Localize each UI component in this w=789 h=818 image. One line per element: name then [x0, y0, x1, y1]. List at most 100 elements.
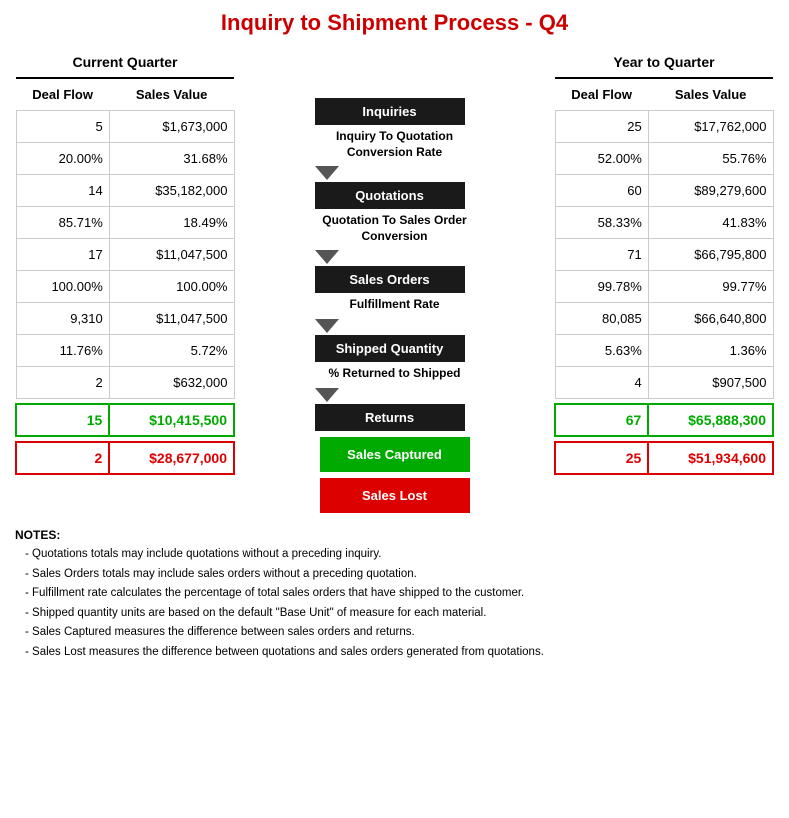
right-deal-flow-cell: 58.33%: [555, 206, 648, 238]
process-arrow: [315, 250, 339, 264]
left-deal-flow-cell: 85.71%: [16, 206, 109, 238]
table-row: 71$66,795,800: [555, 238, 773, 270]
list-item: Fulfillment rate calculates the percenta…: [25, 584, 774, 604]
right-sales-value-cell: 41.83%: [648, 206, 773, 238]
sales-lost-deal-right: 25: [555, 442, 648, 474]
list-item: Quotations totals may include quotations…: [25, 545, 774, 565]
list-item: Sales Captured measures the difference b…: [25, 623, 774, 643]
table-row: 58.33%41.83%: [555, 206, 773, 238]
page-title: Inquiry to Shipment Process - Q4: [15, 10, 774, 36]
right-table: Year to Quarter Deal Flow Sales Value 25…: [554, 46, 774, 475]
table-row: 4$907,500: [555, 366, 773, 398]
right-deal-flow-header: Deal Flow: [555, 78, 648, 110]
sales-lost-center: Sales Lost: [320, 478, 470, 513]
list-item: Sales Lost measures the difference betwe…: [25, 643, 774, 663]
right-sales-value-cell: $66,795,800: [648, 238, 773, 270]
table-row: 17$11,047,500: [16, 238, 234, 270]
left-section-header: Current Quarter: [16, 46, 234, 78]
left-sales-value-cell: $11,047,500: [109, 302, 234, 334]
right-deal-flow-cell: 25: [555, 110, 648, 142]
left-sales-value-cell: 5.72%: [109, 334, 234, 366]
left-sales-value-cell: 18.49%: [109, 206, 234, 238]
table-row: 2$632,000: [16, 366, 234, 398]
left-table: Current Quarter Deal Flow Sales Value 5$…: [15, 46, 235, 475]
process-arrow: [315, 388, 339, 402]
left-sales-value-cell: $11,047,500: [109, 238, 234, 270]
process-box: Quotations: [315, 182, 465, 209]
sales-captured-value-right: $65,888,300: [648, 404, 773, 436]
right-deal-flow-cell: 80,085: [555, 302, 648, 334]
right-deal-flow-cell: 60: [555, 174, 648, 206]
notes-section: NOTES: Quotations totals may include quo…: [15, 525, 774, 663]
table-row: 80,085$66,640,800: [555, 302, 773, 334]
left-deal-flow-cell: 11.76%: [16, 334, 109, 366]
sales-lost-value-right: $51,934,600: [648, 442, 773, 474]
sales-captured-row-left: 15$10,415,500: [16, 404, 234, 436]
table-row: 100.00%100.00%: [16, 270, 234, 302]
sales-lost-deal-left: 2: [16, 442, 109, 474]
left-sales-value-cell: 100.00%: [109, 270, 234, 302]
sales-lost-row-left: 2$28,677,000: [16, 442, 234, 474]
right-deal-flow-cell: 4: [555, 366, 648, 398]
table-row: 14$35,182,000: [16, 174, 234, 206]
left-sales-value-cell: $35,182,000: [109, 174, 234, 206]
process-label: % Returned to Shipped: [315, 362, 475, 386]
left-deal-flow-cell: 2: [16, 366, 109, 398]
right-sales-value-header: Sales Value: [648, 78, 773, 110]
table-row: 99.78%99.77%: [555, 270, 773, 302]
right-deal-flow-cell: 71: [555, 238, 648, 270]
list-item: Shipped quantity units are based on the …: [25, 604, 774, 624]
process-arrow: [315, 166, 339, 180]
table-row: 5.63%1.36%: [555, 334, 773, 366]
table-row: 52.00%55.76%: [555, 142, 773, 174]
right-deal-flow-cell: 52.00%: [555, 142, 648, 174]
process-arrow: [315, 319, 339, 333]
left-sales-value-cell: $632,000: [109, 366, 234, 398]
list-item: Sales Orders totals may include sales or…: [25, 565, 774, 585]
process-box: Shipped Quantity: [315, 335, 465, 362]
right-sales-value-cell: $907,500: [648, 366, 773, 398]
process-box: Returns: [315, 404, 465, 431]
sales-captured-deal-left: 15: [16, 404, 109, 436]
process-box: Sales Orders: [315, 266, 465, 293]
table-row: 11.76%5.72%: [16, 334, 234, 366]
notes-title: NOTES:: [15, 525, 774, 545]
left-sales-value-header: Sales Value: [109, 78, 234, 110]
table-row: 85.71%18.49%: [16, 206, 234, 238]
center-column: InquiriesInquiry To Quotation Conversion…: [305, 46, 485, 513]
table-row: 5$1,673,000: [16, 110, 234, 142]
sales-captured-row-right: 67$65,888,300: [555, 404, 773, 436]
table-row: 25$17,762,000: [555, 110, 773, 142]
sales-captured-value-left: $10,415,500: [109, 404, 234, 436]
left-deal-flow-cell: 100.00%: [16, 270, 109, 302]
left-sales-value-cell: $1,673,000: [109, 110, 234, 142]
sales-captured-deal-right: 67: [555, 404, 648, 436]
left-deal-flow-cell: 17: [16, 238, 109, 270]
right-sales-value-cell: 1.36%: [648, 334, 773, 366]
process-box: Inquiries: [315, 98, 465, 125]
process-label: Quotation To Sales Order Conversion: [315, 209, 475, 248]
sales-captured-center: Sales Captured: [320, 437, 470, 472]
main-layout: Current Quarter Deal Flow Sales Value 5$…: [15, 46, 774, 513]
right-deal-flow-cell: 5.63%: [555, 334, 648, 366]
right-sales-value-cell: 99.77%: [648, 270, 773, 302]
table-row: 60$89,279,600: [555, 174, 773, 206]
left-deal-flow-cell: 5: [16, 110, 109, 142]
right-section-header: Year to Quarter: [555, 46, 773, 78]
table-row: 20.00%31.68%: [16, 142, 234, 174]
left-deal-flow-cell: 9,310: [16, 302, 109, 334]
left-deal-flow-cell: 14: [16, 174, 109, 206]
sales-lost-row-right: 25$51,934,600: [555, 442, 773, 474]
left-deal-flow-header: Deal Flow: [16, 78, 109, 110]
process-label: Fulfillment Rate: [315, 293, 475, 317]
right-sales-value-cell: $17,762,000: [648, 110, 773, 142]
right-sales-value-cell: $66,640,800: [648, 302, 773, 334]
left-deal-flow-cell: 20.00%: [16, 142, 109, 174]
sales-lost-value-left: $28,677,000: [109, 442, 234, 474]
process-label: Inquiry To Quotation Conversion Rate: [315, 125, 475, 164]
right-deal-flow-cell: 99.78%: [555, 270, 648, 302]
right-sales-value-cell: 55.76%: [648, 142, 773, 174]
right-sales-value-cell: $89,279,600: [648, 174, 773, 206]
left-sales-value-cell: 31.68%: [109, 142, 234, 174]
table-row: 9,310$11,047,500: [16, 302, 234, 334]
